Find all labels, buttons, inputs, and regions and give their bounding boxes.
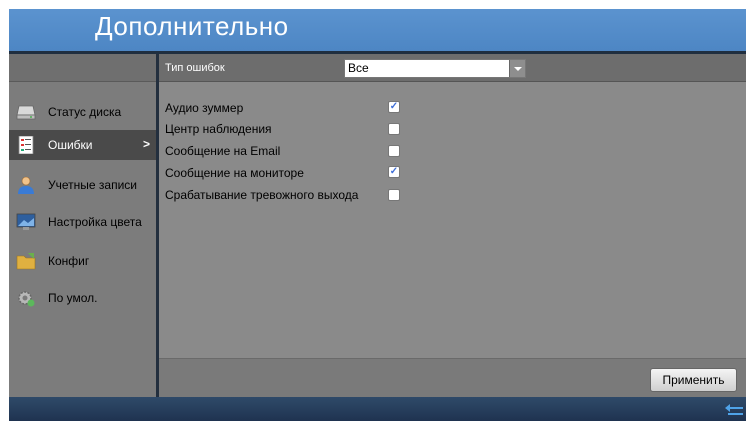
sidebar-item-errors[interactable]: Ошибки > <box>9 130 156 160</box>
monitor-icon <box>16 213 36 230</box>
chevron-down-icon[interactable] <box>509 60 525 77</box>
user-icon <box>18 176 34 194</box>
option-label-audio-buzzer: Аудио зуммер <box>165 101 244 115</box>
settings-window: Дополнительно Статус диска Ошибки > Учет… <box>9 9 746 421</box>
sidebar-item-label: Настройка цвета <box>48 215 142 229</box>
sidebar-item-defaults[interactable]: По умол. <box>9 283 156 313</box>
error-type-value: Все <box>348 61 369 75</box>
option-label-alarm-output: Срабатывание тревожного выхода <box>165 188 359 202</box>
sidebar-item-color-settings[interactable]: Настройка цвета <box>9 207 156 237</box>
checkbox-monitoring-center[interactable] <box>388 123 400 135</box>
option-label-monitor-message: Сообщение на мониторе <box>165 166 304 180</box>
chevron-right-icon: > <box>142 137 150 151</box>
sidebar-item-label: Конфиг <box>48 254 90 268</box>
sidebar-item-config[interactable]: Конфиг <box>9 246 156 276</box>
gear-icon <box>18 291 35 307</box>
sidebar: Статус диска Ошибки > Учетные записи Нас… <box>9 54 156 397</box>
error-type-select[interactable]: Все <box>344 59 526 78</box>
sidebar-item-accounts[interactable]: Учетные записи <box>9 170 156 200</box>
apply-button[interactable]: Применить <box>650 368 737 392</box>
title-bar: Дополнительно <box>9 9 746 51</box>
option-label-monitoring-center: Центр наблюдения <box>165 122 272 136</box>
sidebar-item-label: Статус диска <box>48 105 122 119</box>
window-title: Дополнительно <box>95 11 289 41</box>
action-bar: Применить <box>159 358 746 398</box>
sidebar-item-label: Учетные записи <box>48 178 137 192</box>
checkbox-audio-buzzer[interactable]: ✓ <box>388 101 400 113</box>
disk-icon <box>16 105 36 120</box>
error-type-label: Тип ошибок <box>165 62 225 74</box>
main-panel: Тип ошибок Все Аудио зуммер ✓ Центр набл… <box>159 54 746 398</box>
error-type-row: Тип ошибок Все <box>159 54 746 82</box>
checkbox-monitor-message[interactable]: ✓ <box>388 166 400 178</box>
folder-icon <box>16 253 36 270</box>
sidebar-header <box>9 54 156 82</box>
errors-icon <box>18 136 34 154</box>
checkbox-alarm-output[interactable] <box>388 189 400 201</box>
checkbox-email-message[interactable] <box>388 145 400 157</box>
sidebar-item-disk-status[interactable]: Статус диска <box>9 97 156 127</box>
bottom-bar <box>9 397 746 421</box>
sidebar-item-label: По умол. <box>48 291 98 305</box>
option-label-email-message: Сообщение на Email <box>165 144 281 158</box>
sidebar-item-label: Ошибки <box>48 138 93 152</box>
back-arrow-icon[interactable] <box>724 403 744 417</box>
